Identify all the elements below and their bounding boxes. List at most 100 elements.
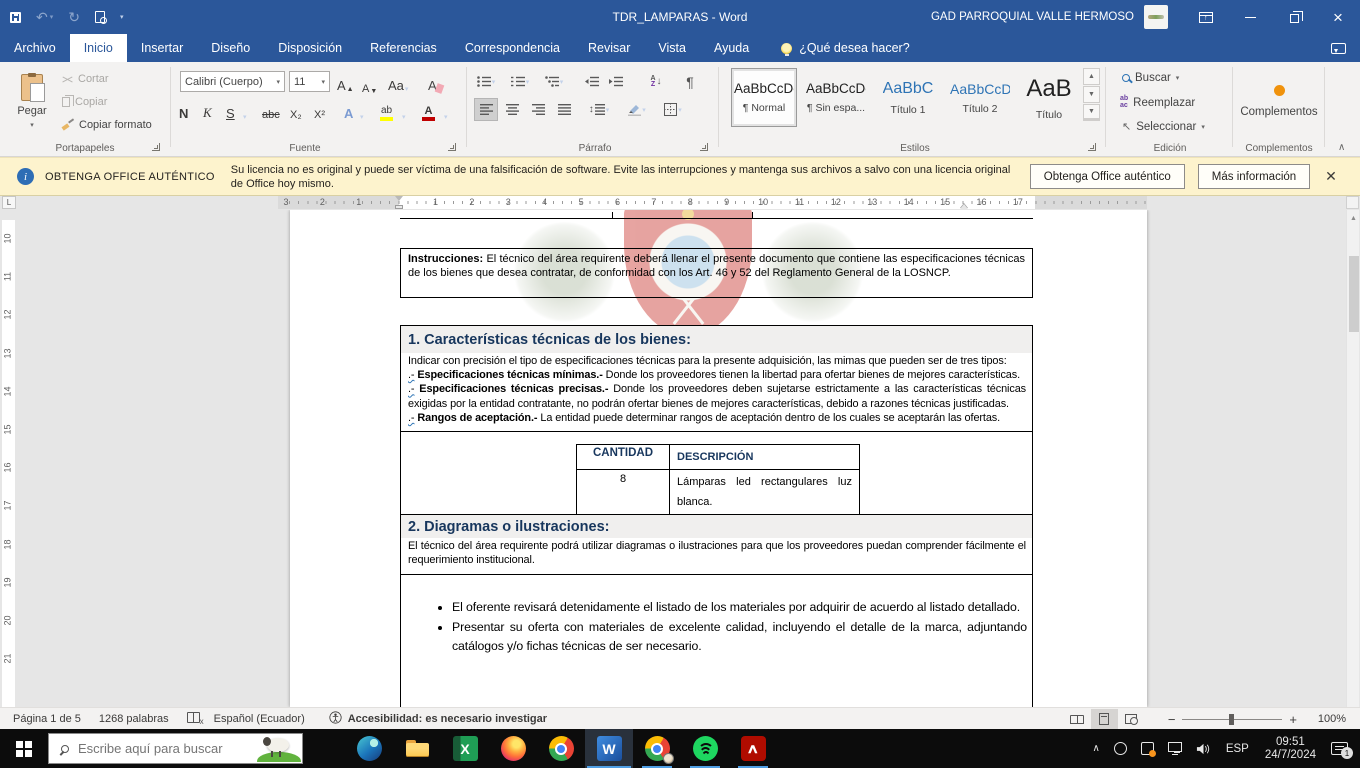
zoom-in-button[interactable]: +: [1282, 712, 1304, 727]
clear-formatting-button[interactable]: A: [428, 71, 443, 93]
borders-button[interactable]: ▾: [658, 98, 688, 121]
web-layout-button[interactable]: [1118, 709, 1145, 730]
taskbar-search-box[interactable]: [48, 733, 303, 764]
restore-button[interactable]: [1272, 0, 1316, 34]
instructions-box[interactable]: Instrucciones: El técnico del área requi…: [400, 248, 1033, 298]
close-warning-icon[interactable]: ✕: [1325, 168, 1337, 185]
notification-center-button[interactable]: 1: [1324, 729, 1360, 768]
tab-correspondencia[interactable]: Correspondencia: [451, 34, 574, 62]
strikethrough-button[interactable]: abc: [262, 99, 280, 121]
grow-font-button[interactable]: A▲: [337, 71, 354, 93]
styles-dialog-launcher[interactable]: [1088, 143, 1096, 151]
zoom-slider-thumb[interactable]: [1229, 714, 1234, 725]
zoom-out-button[interactable]: −: [1161, 712, 1183, 727]
left-indent-marker[interactable]: [395, 205, 403, 209]
shrink-font-button[interactable]: A▼: [362, 73, 377, 95]
line-spacing-button[interactable]: ↕▾: [584, 98, 614, 121]
show-formatting-marks-button[interactable]: ¶: [678, 70, 702, 93]
collapse-ribbon-button[interactable]: ∧: [1338, 142, 1345, 153]
tab-inicio[interactable]: Inicio: [70, 34, 127, 62]
page-indicator[interactable]: Página 1 de 5: [13, 713, 81, 725]
vertical-ruler[interactable]: 101112131415161718192021: [2, 220, 15, 707]
ruler-toggle-button[interactable]: [1346, 196, 1359, 209]
tray-expand-chevron[interactable]: ∧: [1085, 729, 1106, 768]
multilevel-list-button[interactable]: ▾: [542, 70, 566, 93]
style-titulo-1[interactable]: AaBbCTítulo 1: [875, 68, 941, 127]
scroll-up-arrow[interactable]: ▲: [1347, 211, 1360, 225]
taskbar-file-explorer-icon[interactable]: [393, 729, 441, 768]
italic-button[interactable]: K: [203, 99, 212, 121]
right-indent-marker[interactable]: [960, 204, 968, 209]
highlight-chevron[interactable]: ▾: [402, 99, 406, 121]
justify-button[interactable]: [552, 98, 576, 121]
align-right-button[interactable]: [526, 98, 550, 121]
bullets-button[interactable]: ▾: [474, 70, 498, 93]
subscript-button[interactable]: X₂: [290, 99, 302, 121]
search-input[interactable]: [78, 741, 228, 756]
sort-button[interactable]: AZ↓: [644, 70, 668, 93]
taskbar-chrome-profile-icon[interactable]: [633, 729, 681, 768]
replace-button[interactable]: abacReemplazar: [1120, 96, 1195, 109]
styles-scroll-up-button[interactable]: ▲: [1083, 68, 1100, 85]
shading-button[interactable]: ▾: [622, 98, 652, 121]
proofing-icon[interactable]: [187, 712, 200, 726]
print-layout-button[interactable]: [1091, 709, 1118, 730]
ribbon-display-options-button[interactable]: [1184, 0, 1228, 34]
zoom-slider[interactable]: [1182, 719, 1282, 720]
more-info-button[interactable]: Más información: [1198, 164, 1310, 189]
vertical-scrollbar[interactable]: ▲: [1346, 210, 1359, 707]
font-color-button[interactable]: A: [422, 99, 435, 121]
addins-button[interactable]: Complementos: [1236, 70, 1322, 132]
decrease-indent-button[interactable]: [580, 70, 604, 93]
tray-app-badge-icon[interactable]: [1134, 729, 1161, 768]
font-name-combo[interactable]: Calibri (Cuerpo)▾: [180, 71, 285, 92]
superscript-button[interactable]: X²: [314, 99, 325, 121]
paste-button[interactable]: Pegar ▾: [9, 67, 55, 135]
clipboard-dialog-launcher[interactable]: [152, 143, 160, 151]
style-titulo-2[interactable]: AaBbCcDTítulo 2: [947, 68, 1013, 127]
feedback-icon[interactable]: [1331, 43, 1346, 54]
font-dialog-launcher[interactable]: [448, 143, 456, 151]
horizontal-ruler[interactable]: 3211234567891011121314151617: [278, 196, 1147, 209]
change-case-button[interactable]: Aa▾: [388, 71, 408, 93]
document-page[interactable]: Instrucciones: El técnico del área requi…: [290, 210, 1147, 707]
language-indicator[interactable]: Español (Ecuador): [214, 713, 305, 725]
tab-archivo[interactable]: Archivo: [0, 34, 70, 62]
styles-gallery-expand-button[interactable]: ▼: [1083, 104, 1100, 121]
find-button[interactable]: Buscar▾: [1122, 72, 1179, 84]
cut-button[interactable]: Cortar: [62, 73, 109, 85]
account-name[interactable]: GAD PARROQUIAL VALLE HERMOSO: [931, 11, 1134, 23]
taskbar-firefox-icon[interactable]: [489, 729, 537, 768]
text-effects-chevron[interactable]: ▾: [360, 99, 364, 121]
format-painter-button[interactable]: Copiar formato: [62, 119, 152, 131]
taskbar-spotify-icon[interactable]: [681, 729, 729, 768]
bold-button[interactable]: N: [179, 99, 188, 121]
start-button[interactable]: [0, 729, 48, 768]
taskbar-chrome-icon[interactable]: [537, 729, 585, 768]
tab-referencias[interactable]: Referencias: [356, 34, 451, 62]
word-count[interactable]: 1268 palabras: [99, 713, 169, 725]
taskbar-word-icon[interactable]: W: [585, 729, 633, 768]
style-sin-espaciado[interactable]: AaBbCcDc¶ Sin espa...: [803, 68, 869, 127]
copy-button[interactable]: Copiar: [62, 96, 107, 108]
keyboard-language[interactable]: ESP: [1218, 743, 1257, 755]
align-center-button[interactable]: [500, 98, 524, 121]
tell-me-box[interactable]: ¿Qué desea hacer?: [781, 34, 910, 62]
clock[interactable]: 09:5124/7/2024: [1257, 736, 1324, 762]
select-button[interactable]: ↖Seleccionar▾: [1122, 120, 1205, 133]
underline-options-chevron[interactable]: ▾: [243, 99, 247, 121]
tray-app-icon[interactable]: [1107, 729, 1134, 768]
font-color-chevron[interactable]: ▾: [444, 99, 448, 121]
tab-ayuda[interactable]: Ayuda: [700, 34, 763, 62]
font-size-combo[interactable]: 11▾: [289, 71, 330, 92]
style-normal[interactable]: AaBbCcDc¶ Normal: [731, 68, 797, 127]
taskbar-acrobat-icon[interactable]: ∧: [729, 729, 777, 768]
paragraph-dialog-launcher[interactable]: [700, 143, 708, 151]
zoom-level[interactable]: 100%: [1304, 713, 1346, 725]
tab-disposicion[interactable]: Disposición: [264, 34, 356, 62]
text-effects-button[interactable]: A: [344, 99, 353, 121]
read-mode-button[interactable]: [1064, 709, 1091, 730]
quantity-table[interactable]: CANTIDAD DESCRIPCIÓN 8 Lámparas led rect…: [576, 444, 860, 515]
search-daily-image[interactable]: [253, 733, 301, 762]
volume-icon[interactable]: [1189, 729, 1218, 768]
